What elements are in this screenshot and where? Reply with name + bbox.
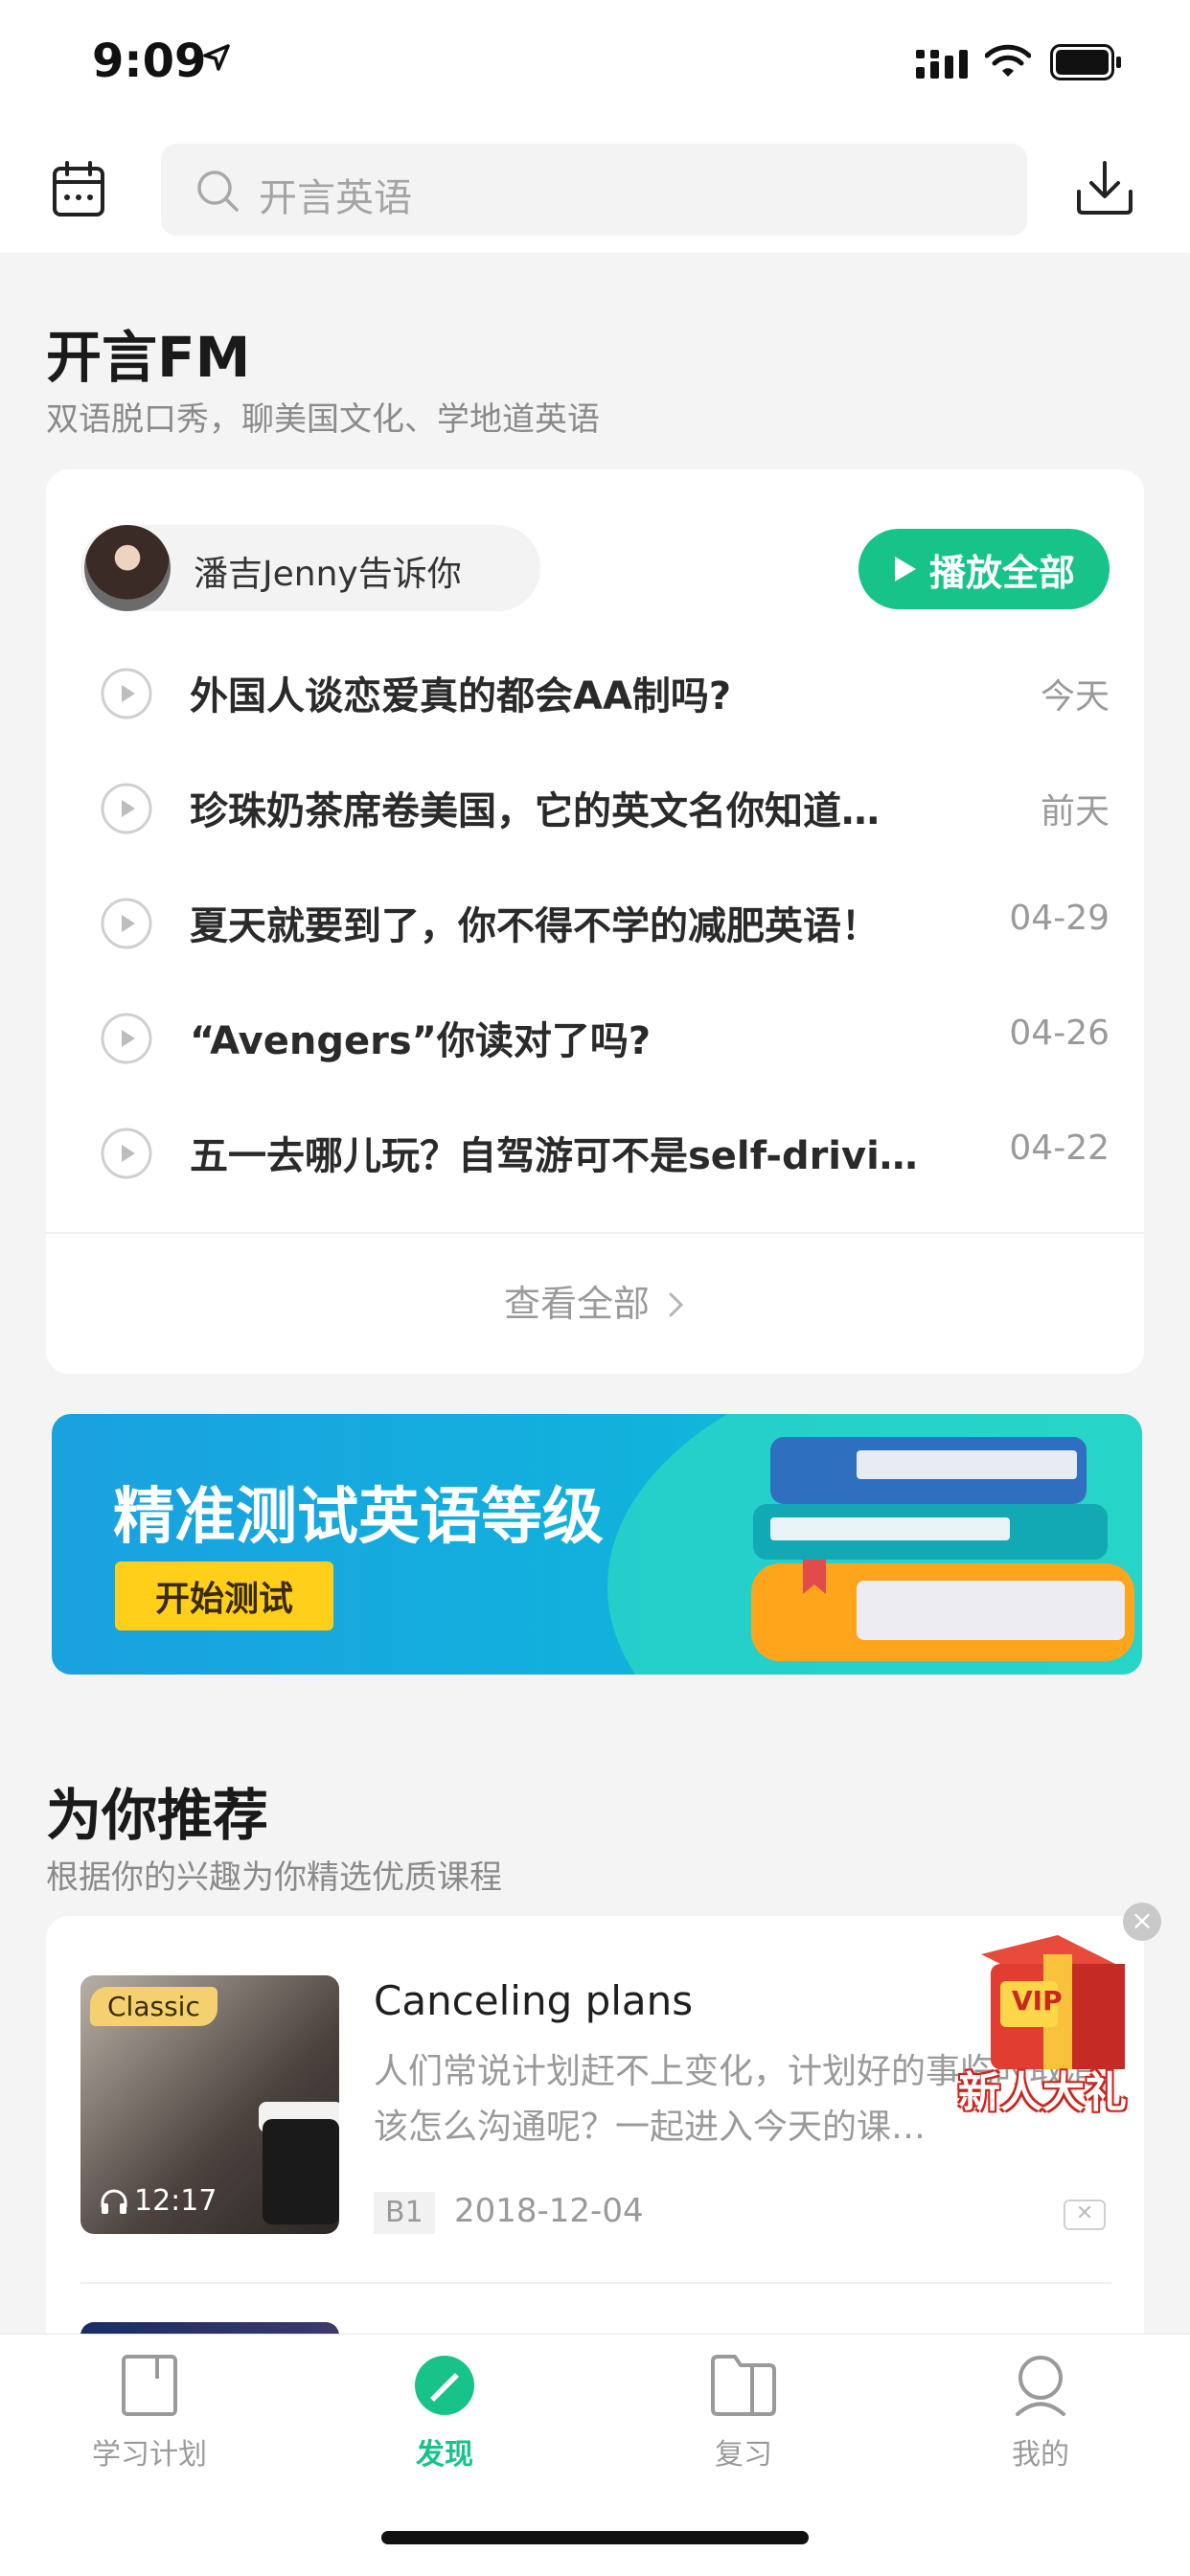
- review-icon: [711, 2355, 776, 2416]
- episode-date: 04-29: [1009, 899, 1110, 938]
- tab-label: 复习: [715, 2438, 772, 2472]
- play-circle-icon: [101, 1128, 152, 1179]
- search-input[interactable]: 开言英语: [161, 144, 1027, 236]
- episode-row[interactable]: 珍珠奶茶席卷美国，它的英文名你知道… 前天: [46, 751, 1144, 866]
- discover-icon: [415, 2356, 474, 2415]
- episode-row[interactable]: 外国人谈恋爱真的都会AA制吗? 今天: [46, 636, 1144, 751]
- chevron-right-icon: [669, 1292, 684, 1317]
- download-icon[interactable]: [1075, 159, 1134, 217]
- classic-badge: Classic: [90, 1987, 217, 2026]
- tab-label: 我的: [1012, 2438, 1069, 2472]
- play-icon: [894, 557, 916, 581]
- dismiss-icon[interactable]: ✕: [1064, 2200, 1106, 2230]
- new-user-gift-label: 新人大礼: [958, 2068, 1127, 2117]
- course-date: 2018-12-04: [454, 2192, 644, 2230]
- tab-label: 发现: [416, 2438, 473, 2472]
- wifi-icon: [985, 44, 1031, 77]
- episode-title: 五一去哪儿玩？自驾游可不是self-drivi…: [190, 1134, 918, 1178]
- recommend-section-subtitle: 根据你的兴趣为你精选优质课程: [46, 1858, 502, 1897]
- tab-discover[interactable]: 发现: [349, 2354, 540, 2473]
- level-badge: B1: [374, 2192, 435, 2234]
- tab-label: 学习计划: [92, 2438, 207, 2472]
- episode-title: 夏天就要到了，你不得不学的减肥英语！: [190, 904, 880, 948]
- fm-section-title: 开言FM: [46, 325, 251, 390]
- thumbnail-cup: [263, 2119, 339, 2224]
- tab-review[interactable]: 复习: [648, 2354, 839, 2473]
- status-time: 9:09: [92, 34, 207, 88]
- vip-badge: VIP: [1012, 1985, 1063, 2017]
- play-all-label: 播放全部: [928, 551, 1075, 594]
- headphones-icon: [101, 2189, 127, 2214]
- top-header: 开言英语: [0, 126, 1190, 253]
- tab-profile[interactable]: 我的: [945, 2354, 1136, 2473]
- episode-date: 今天: [1040, 677, 1110, 717]
- course-title: Canceling plans: [374, 1977, 694, 2024]
- tab-study-plan[interactable]: 学习计划: [54, 2354, 245, 2473]
- episode-row[interactable]: “Avengers”你读对了吗? 04-26: [46, 981, 1144, 1096]
- profile-icon: [1016, 2356, 1065, 2416]
- episode-date: 前天: [1040, 792, 1110, 832]
- episode-title: 外国人谈恋爱真的都会AA制吗?: [190, 674, 732, 718]
- recommend-section-title: 为你推荐: [46, 1783, 269, 1848]
- status-bar: 9:09: [0, 0, 1190, 126]
- play-circle-icon: [101, 1013, 152, 1064]
- episode-title: 珍珠奶茶席卷美国，它的英文名你知道…: [190, 789, 880, 833]
- episode-row[interactable]: 五一去哪儿玩？自驾游可不是self-drivi… 04-22: [46, 1096, 1144, 1211]
- cellular-signal-icon: [916, 50, 968, 79]
- fm-card: 潘吉Jenny告诉你 播放全部 外国人谈恋爱真的都会AA制吗? 今天 珍珠奶茶席…: [46, 469, 1144, 1374]
- calendar-icon[interactable]: [52, 161, 105, 218]
- view-all-label: 查看全部: [503, 1283, 650, 1325]
- play-circle-icon: [101, 668, 152, 719]
- duration-text: 12:17: [134, 2184, 217, 2218]
- course-thumbnail: Classic 12:17: [80, 1975, 339, 2234]
- episode-date: 04-26: [1009, 1014, 1110, 1053]
- divider: [46, 1232, 1144, 1234]
- home-indicator[interactable]: [381, 2531, 809, 2544]
- author-name: 潘吉Jenny告诉你: [194, 555, 462, 594]
- study-plan-icon: [122, 2355, 177, 2416]
- episode-row[interactable]: 夏天就要到了，你不得不学的减肥英语！ 04-29: [46, 866, 1144, 981]
- search-placeholder: 开言英语: [259, 176, 412, 220]
- play-circle-icon: [101, 898, 152, 949]
- fm-section-subtitle: 双语脱口秀，聊美国文化、学地道英语: [46, 400, 600, 439]
- start-test-button[interactable]: 开始测试: [115, 1562, 333, 1630]
- episode-date: 04-22: [1009, 1128, 1110, 1168]
- banner-title: 精准测试英语等级: [113, 1482, 604, 1553]
- search-icon: [197, 171, 239, 212]
- duration-label: 12:17: [100, 2184, 217, 2218]
- level-test-banner[interactable]: 精准测试英语等级 开始测试: [52, 1414, 1142, 1675]
- books-illustration: [751, 1437, 1134, 1661]
- battery-icon: [1050, 44, 1121, 80]
- episode-title: “Avengers”你读对了吗?: [190, 1019, 652, 1063]
- divider: [80, 2282, 1111, 2284]
- location-arrow-icon: [203, 44, 230, 71]
- view-all-link[interactable]: 查看全部: [46, 1274, 1144, 1327]
- play-circle-icon: [101, 783, 152, 834]
- play-all-button[interactable]: 播放全部: [858, 529, 1110, 609]
- avatar: [84, 525, 171, 611]
- author-chip[interactable]: 潘吉Jenny告诉你: [80, 525, 540, 611]
